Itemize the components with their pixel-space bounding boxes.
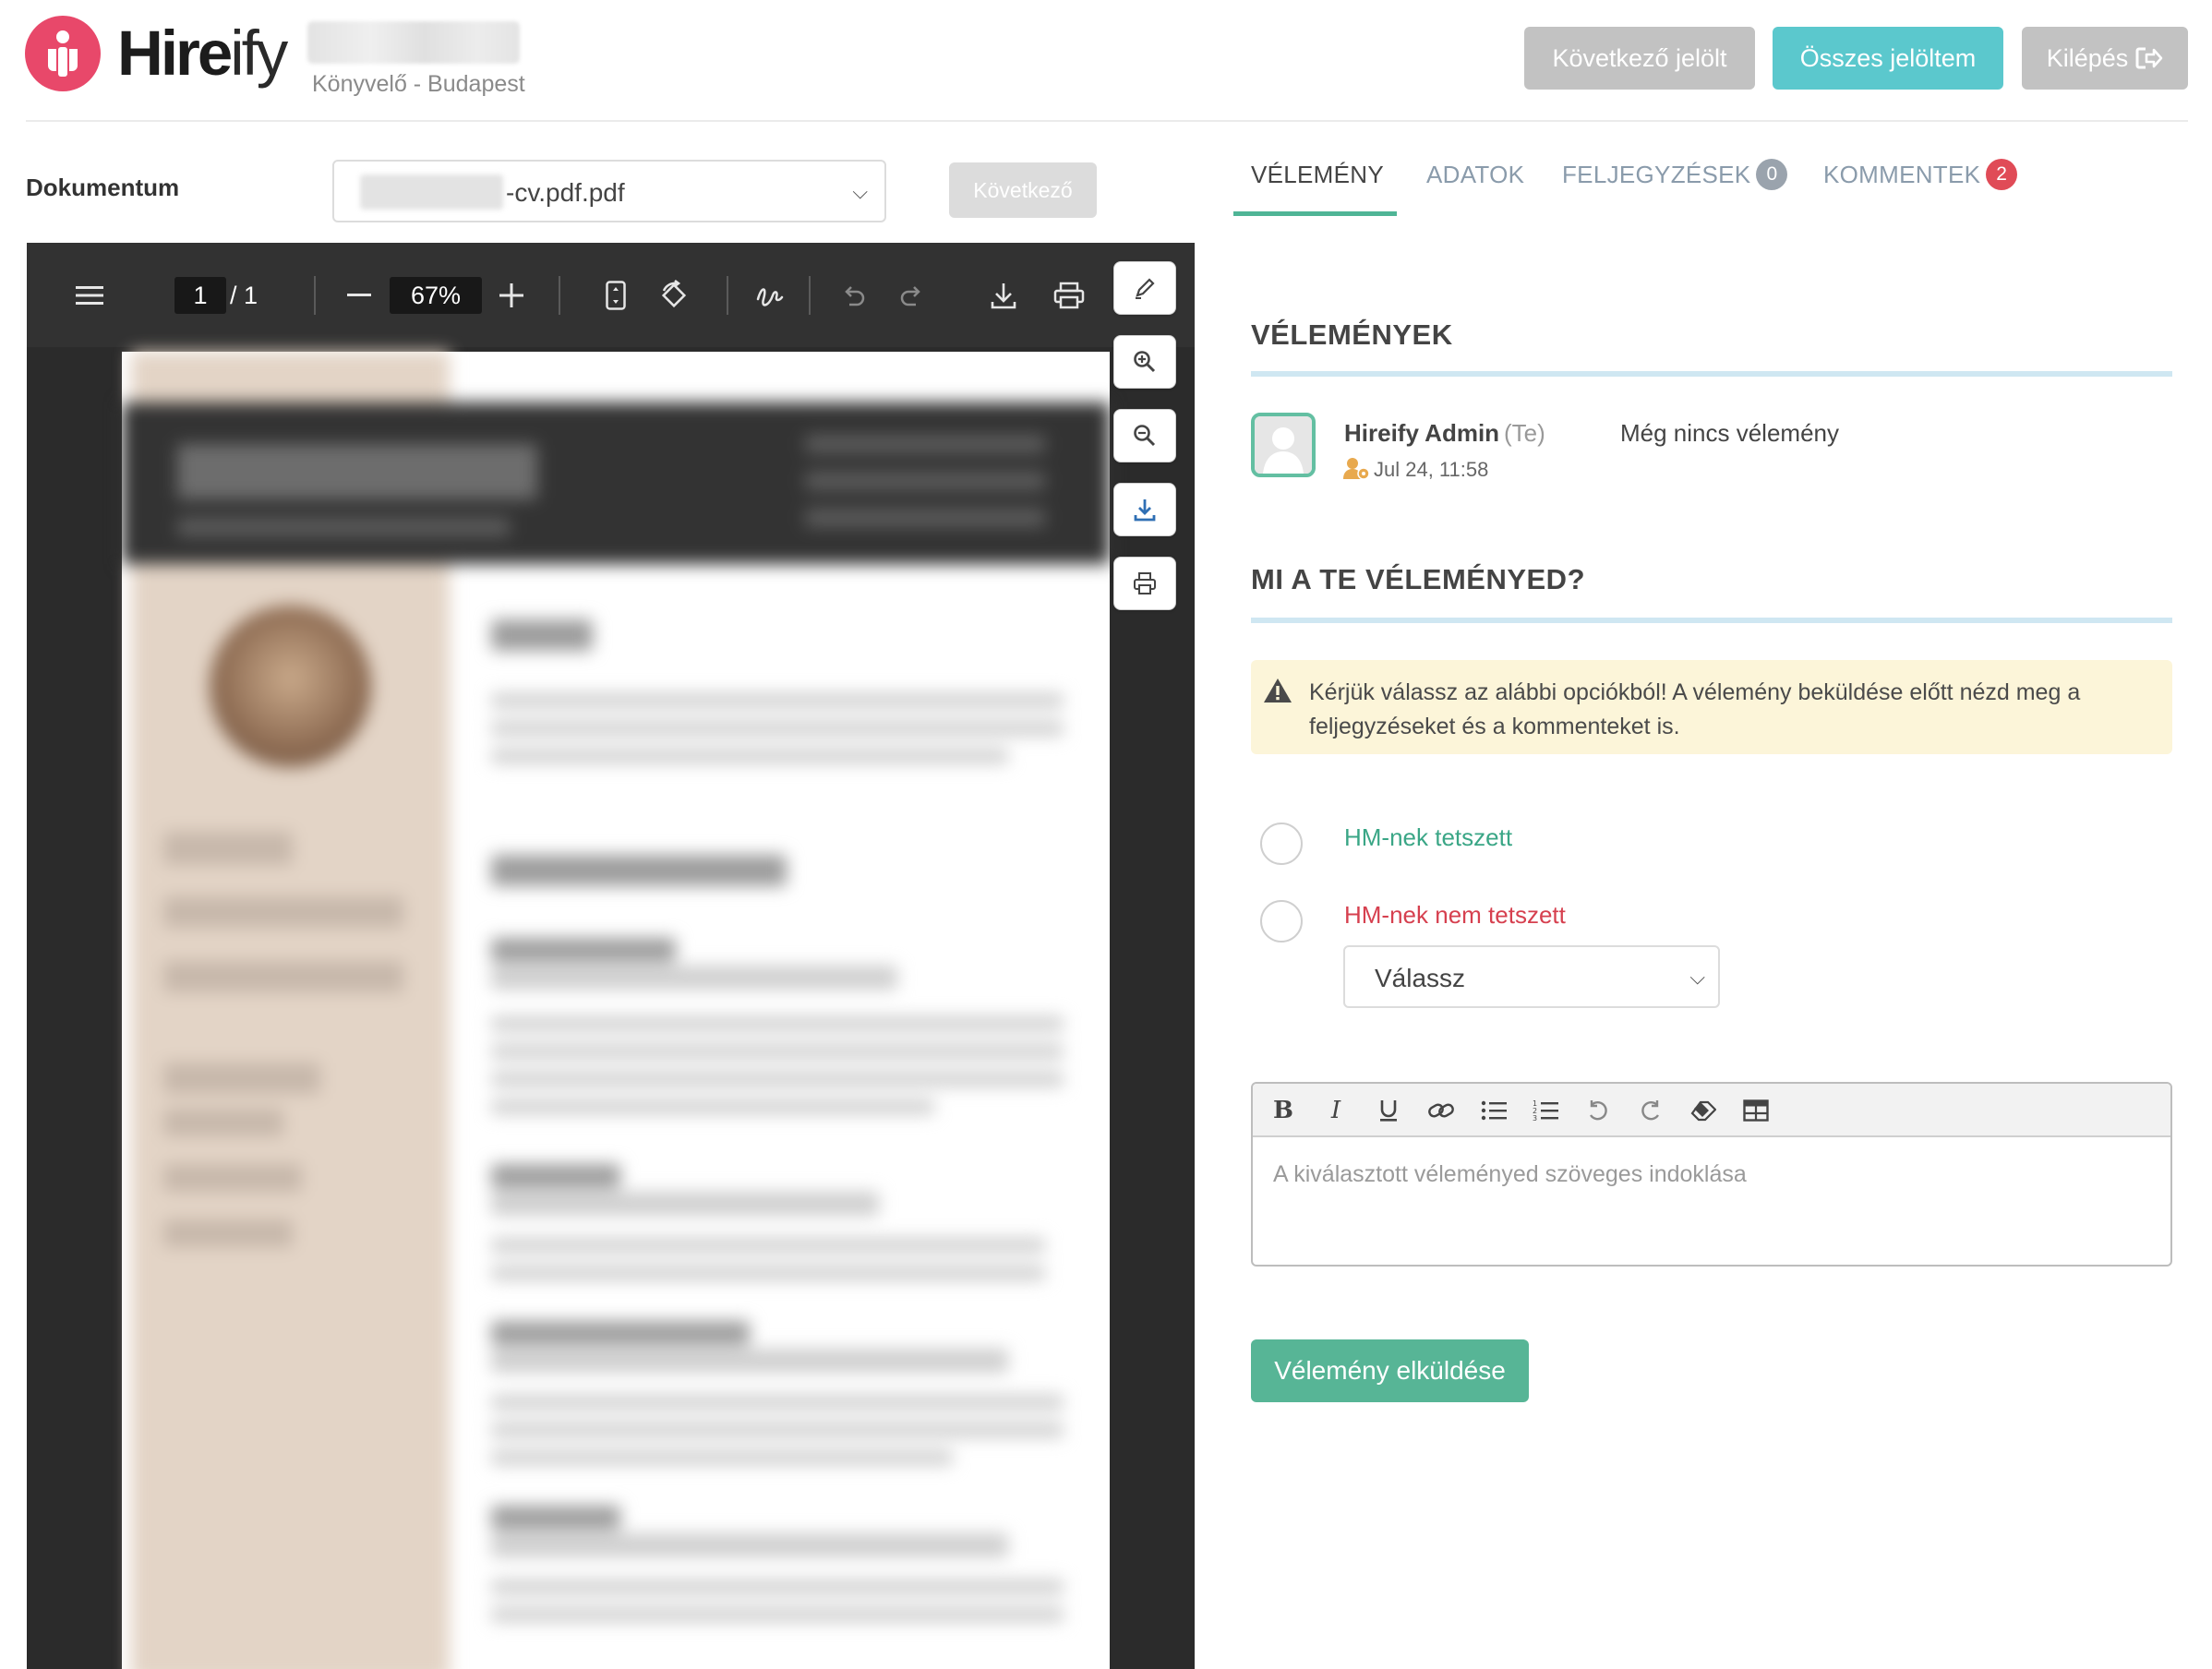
pdf-toolbar: 1 / 1 67% (27, 243, 1195, 347)
candidate-job-title: Könyvelő - Budapest (312, 71, 525, 97)
document-name-redacted (360, 174, 503, 210)
toolbar-divider (314, 276, 316, 315)
hireify-logo-icon (25, 16, 101, 91)
italic-icon[interactable]: I (1320, 1095, 1352, 1126)
pdf-viewer[interactable]: 1 / 1 67% (27, 243, 1195, 1669)
liked-option-label[interactable]: HM-nek tetszett (1344, 823, 1512, 852)
zoom-in-magnifier-icon[interactable] (1113, 335, 1176, 389)
print-icon[interactable] (1051, 243, 1088, 347)
document-next-button[interactable]: Következő (949, 162, 1097, 218)
submit-opinion-button[interactable]: Vélemény elküldése (1251, 1339, 1529, 1402)
liked-radio[interactable] (1260, 822, 1303, 865)
bold-icon[interactable]: B (1268, 1095, 1299, 1126)
editor-placeholder: A kiválasztott véleményed szöveges indok… (1273, 1161, 1747, 1187)
download-file-icon[interactable] (1113, 483, 1176, 536)
toolbar-divider (809, 276, 811, 315)
disliked-radio[interactable] (1260, 900, 1303, 943)
reviewer-name: Hireify Admin (1344, 419, 1500, 447)
page-total: / 1 (230, 281, 258, 309)
svg-text:3: 3 (1533, 1114, 1537, 1122)
toolbar-divider (559, 276, 560, 315)
reason-select-value: Válassz (1375, 964, 1466, 992)
draw-signature-icon[interactable] (751, 243, 788, 347)
document-select[interactable]: -cv.pdf.pdf ⌵ (332, 160, 886, 222)
active-tab-indicator (1233, 211, 1397, 216)
document-label: Dokumentum (26, 174, 180, 201)
candidate-name-redacted (307, 21, 520, 64)
numbered-list-icon[interactable]: 123 (1530, 1095, 1561, 1126)
menu-icon[interactable] (71, 243, 108, 347)
your-opinion-title: MI A TE VÉLEMÉNYED? (1251, 563, 1586, 595)
eraser-icon[interactable] (1688, 1095, 1719, 1126)
table-icon[interactable] (1740, 1095, 1772, 1126)
your-opinion-divider (1251, 618, 2172, 623)
warning-text: Kérjük válassz az alábbi opciókból! A vé… (1309, 679, 2081, 739)
document-file-name: -cv.pdf.pdf (506, 178, 625, 207)
submit-opinion-label: Vélemény elküldése (1274, 1356, 1506, 1385)
undo-icon[interactable] (836, 243, 872, 347)
warning-triangle-icon (1263, 678, 1292, 708)
chevron-down-icon: ⌵ (1689, 966, 1705, 989)
notes-count-badge: 0 (1756, 159, 1788, 191)
tab-opinion[interactable]: VÉLEMÉNY (1251, 161, 1384, 189)
page-number-input[interactable]: 1 (174, 277, 226, 314)
rotate-icon[interactable] (655, 243, 692, 347)
zoom-out-magnifier-icon[interactable] (1113, 409, 1176, 462)
highlight-pen-icon[interactable] (1113, 261, 1176, 315)
reviewer-date: Jul 24, 11:58 (1374, 458, 1489, 481)
all-candidates-label: Összes jelöltem (1799, 43, 1977, 72)
tab-comments-label: KOMMENTEK (1823, 161, 1981, 188)
redo-icon[interactable] (1635, 1095, 1666, 1126)
editor-toolbar: B I 123 (1253, 1084, 2170, 1137)
tab-notes[interactable]: FELJEGYZÉSEK 0 (1562, 159, 1788, 192)
no-opinion-text: Még nincs vélemény (1620, 419, 1839, 447)
print-file-icon[interactable] (1113, 557, 1176, 610)
tab-comments[interactable]: KOMMENTEK 2 (1823, 159, 2018, 192)
link-icon[interactable] (1425, 1095, 1457, 1126)
undo-icon[interactable] (1582, 1095, 1614, 1126)
chevron-down-icon: ⌵ (852, 180, 868, 203)
comments-count-badge: 2 (1986, 159, 2018, 191)
user-role-icon (1343, 457, 1371, 486)
rich-text-editor[interactable]: B I 123 A kiválasztott véleményed szöveg… (1251, 1082, 2172, 1267)
reviewer-avatar (1251, 413, 1316, 477)
fit-page-icon[interactable] (597, 243, 634, 347)
pdf-page-blurred (122, 352, 1110, 1669)
logout-button[interactable]: Kilépés (2022, 27, 2188, 90)
tab-notes-label: FELJEGYZÉSEK (1562, 161, 1751, 188)
next-candidate-label: Következő jelölt (1552, 43, 1727, 72)
logout-label: Kilépés (2046, 43, 2129, 72)
next-candidate-button[interactable]: Következő jelölt (1524, 27, 1755, 90)
all-candidates-button[interactable]: Összes jelöltem (1773, 27, 2003, 90)
hireify-logo-text: Hireify (117, 18, 288, 89)
zoom-out-icon[interactable] (341, 243, 378, 347)
tab-data[interactable]: ADATOK (1426, 161, 1524, 189)
bullet-list-icon[interactable] (1478, 1095, 1509, 1126)
zoom-level-input[interactable]: 67% (390, 277, 482, 314)
header-divider (26, 120, 2188, 122)
redo-icon[interactable] (893, 243, 930, 347)
toolbar-divider (727, 276, 728, 315)
download-icon[interactable] (985, 243, 1022, 347)
opinions-title: VÉLEMÉNYEK (1251, 318, 1453, 351)
reason-select[interactable]: Válassz ⌵ (1343, 945, 1720, 1008)
sign-out-icon (2135, 47, 2163, 69)
zoom-in-icon[interactable] (493, 243, 530, 347)
reviewer-you-tag: (Te) (1504, 419, 1545, 447)
opinions-title-divider (1251, 371, 2172, 377)
underline-icon[interactable] (1373, 1095, 1404, 1126)
disliked-option-label[interactable]: HM-nek nem tetszett (1344, 901, 1566, 930)
